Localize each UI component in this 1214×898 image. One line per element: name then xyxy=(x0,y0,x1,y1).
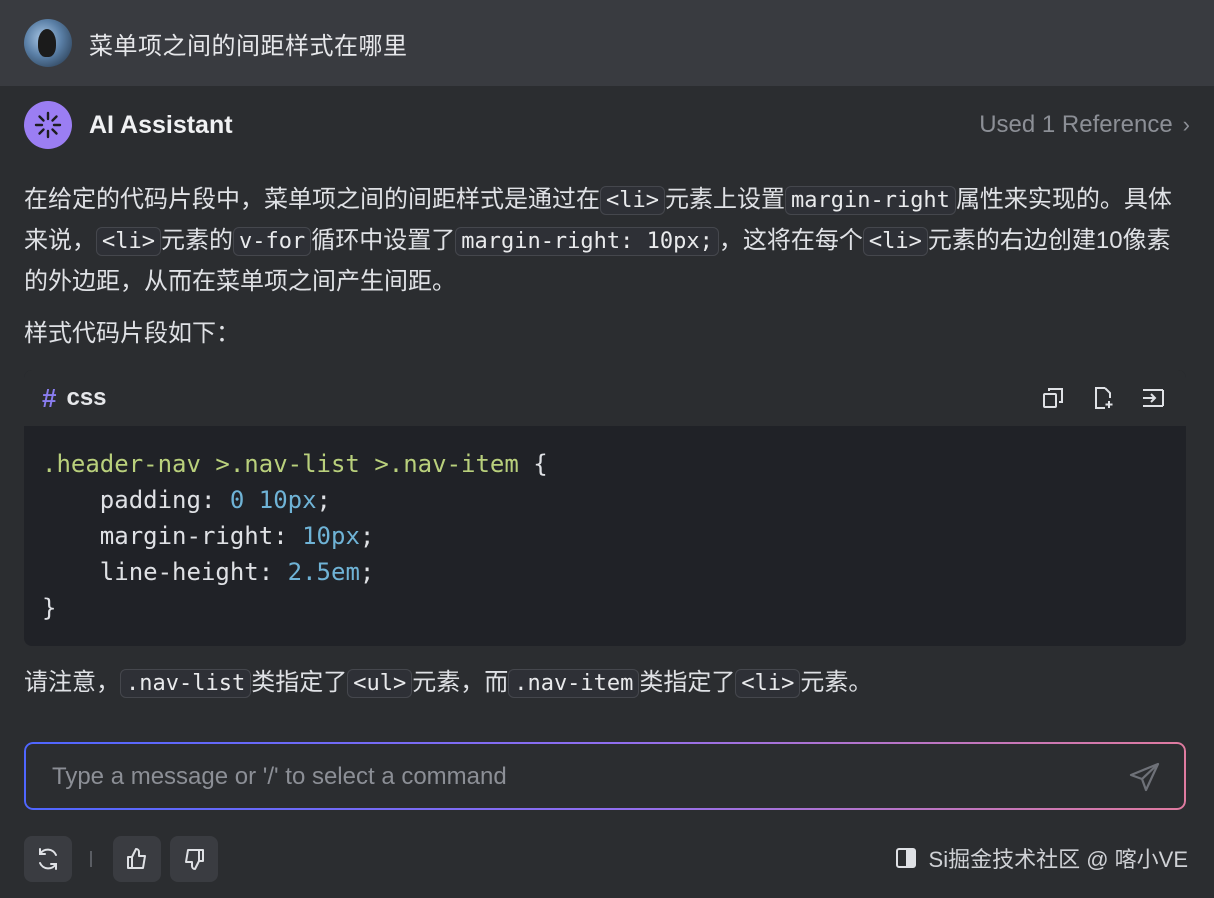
send-icon[interactable] xyxy=(1128,760,1162,794)
copy-icon[interactable] xyxy=(1040,385,1066,411)
answer-paragraph-1: 在给定的代码片段中，菜单项之间的间距样式是通过在 <li> 元素上设置 margin-… xyxy=(24,180,1190,302)
chevron-right-icon: › xyxy=(1182,112,1190,137)
code-block-header: # css xyxy=(24,370,1186,426)
code-semicolon: ; xyxy=(316,486,331,514)
thumbs-up-button[interactable] xyxy=(113,836,161,882)
code-semicolon: ; xyxy=(359,558,375,586)
code-selector: .header-nav >.nav-list >.nav-item xyxy=(42,450,519,478)
code-value: 10px xyxy=(302,522,360,550)
answer-paragraph-2: 样式代码片段如下： xyxy=(24,320,240,347)
code-block: # css .header-nav >.nav-list >.nav-item … xyxy=(24,370,1186,646)
watermark: Si掘金技术社区 @ 喀小VE xyxy=(895,842,1188,874)
code-brace: { xyxy=(518,450,548,478)
panel-icon xyxy=(895,848,916,868)
text: ，这将在每个 xyxy=(718,227,863,254)
text: 元素。 xyxy=(800,669,873,696)
text: 类指定了 xyxy=(251,669,348,696)
inline-code: <li> xyxy=(735,669,801,698)
chat-title: 菜单项之间的间距样式在哪里 xyxy=(89,32,408,60)
assistant-row: AI Assistant Used 1 Reference › xyxy=(24,100,1190,150)
assistant-name: AI Assistant xyxy=(89,110,233,139)
code-value: 0 10px xyxy=(229,486,317,514)
inline-code: margin-right: 10px; xyxy=(455,227,719,256)
code-content: .header-nav >.nav-list >.nav-item { padd… xyxy=(24,426,1186,626)
inline-code: .nav-list xyxy=(120,669,252,698)
thumbs-down-icon xyxy=(185,849,204,870)
inline-code: v-for xyxy=(232,227,312,256)
refresh-icon xyxy=(39,848,57,870)
message-input-box xyxy=(24,742,1186,810)
ai-assistant-icon xyxy=(24,101,72,149)
references-link[interactable]: Used 1 Reference › xyxy=(979,111,1190,139)
text: 请注意， xyxy=(24,669,120,696)
inline-code: <li> xyxy=(862,227,928,256)
inline-code: <li> xyxy=(600,186,665,215)
insert-file-icon[interactable] xyxy=(1090,385,1116,411)
inline-code: .nav-item xyxy=(508,669,640,698)
text: 类指定了 xyxy=(639,669,736,696)
regenerate-button[interactable] xyxy=(24,836,72,882)
thumbs-down-button[interactable] xyxy=(170,836,218,882)
chat-header: 菜单项之间的间距样式在哪里 xyxy=(0,0,1214,86)
hash-icon: # xyxy=(42,382,57,413)
insert-at-caret-icon[interactable] xyxy=(1140,385,1166,411)
code-value: 2.5em xyxy=(287,558,360,586)
user-avatar xyxy=(24,19,72,67)
text: 循环中设置了 xyxy=(311,227,456,254)
inline-code: margin-right xyxy=(784,186,956,215)
thumbs-up-icon xyxy=(127,848,146,869)
inline-code: <li> xyxy=(96,227,161,256)
message-input[interactable] xyxy=(52,760,1112,794)
code-property: line-height: xyxy=(42,558,288,586)
code-language: css xyxy=(66,384,107,411)
answer-paragraph-3: 请注意， .nav-list 类指定了 <ul> 元素，而 .nav-item 类指定了 <l… xyxy=(24,663,1190,704)
code-property: padding: xyxy=(42,486,230,514)
watermark-text: Si掘金技术社区 @ 喀小VE xyxy=(928,847,1188,872)
text: 元素，而 xyxy=(412,669,509,696)
text: 元素上设置 xyxy=(664,186,785,213)
code-brace: } xyxy=(42,594,57,622)
text: 元素的 xyxy=(160,227,233,254)
code-semicolon: ; xyxy=(359,522,375,550)
text: 在给定的代码片段中，菜单项之间的间距样式是通过在 xyxy=(24,186,600,213)
code-actions xyxy=(1040,385,1166,411)
inline-code: <ul> xyxy=(347,669,413,698)
code-property: margin-right: xyxy=(42,522,303,550)
sparkle-icon xyxy=(34,111,62,139)
references-label: Used 1 Reference xyxy=(979,111,1173,138)
divider xyxy=(90,851,92,867)
